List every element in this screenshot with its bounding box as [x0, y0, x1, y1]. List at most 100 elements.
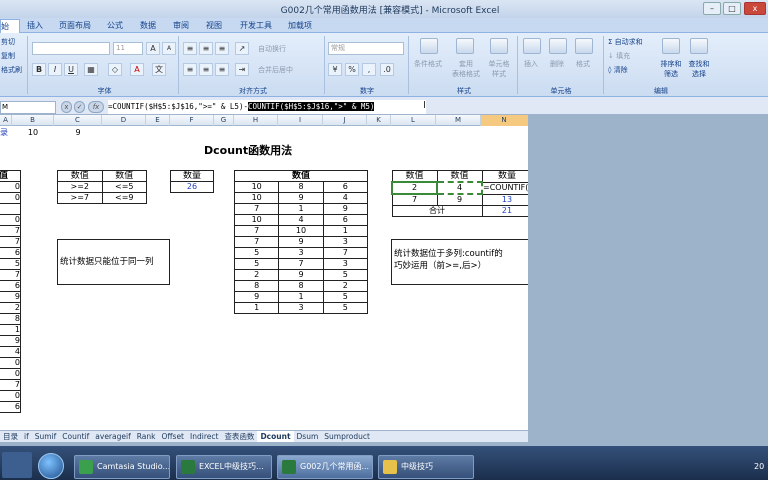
sort-filter-button[interactable]: 排序和 筛选 — [656, 59, 686, 79]
data-cell[interactable]: 1 — [233, 302, 280, 314]
total-value[interactable]: 21 — [481, 205, 528, 217]
column-header[interactable]: G — [214, 115, 234, 126]
table-format-button[interactable]: 套用 表格格式 — [448, 59, 484, 79]
format-cells-icon[interactable] — [575, 38, 593, 54]
result-cell-editing[interactable]: =COUNTIF( — [481, 181, 528, 195]
name-box[interactable]: M — [0, 101, 56, 114]
criteria-cell[interactable]: <=5 — [101, 181, 147, 193]
col-a-cell[interactable]: 0 — [0, 214, 21, 226]
sheet-tab[interactable]: Rank — [134, 431, 159, 442]
column-header[interactable]: J — [323, 115, 367, 126]
data-cell[interactable]: 8 — [278, 181, 324, 193]
increase-decimal-icon[interactable]: .0 — [380, 63, 394, 76]
tab-view[interactable]: 视图 — [206, 19, 222, 33]
border-icon[interactable]: ▦ — [84, 63, 98, 76]
col-a-header[interactable]: 值 — [0, 170, 21, 182]
note-single-column[interactable]: 统计数据只能位于同一列 — [57, 239, 170, 285]
data-cell[interactable]: 7 — [233, 236, 280, 248]
indent-icon[interactable]: ⇥ — [235, 63, 249, 76]
sheet-tab[interactable]: 目录 — [0, 431, 21, 442]
autosum-button[interactable]: Σ 自动求和 — [608, 37, 643, 47]
currency-icon[interactable]: ¥ — [328, 63, 342, 76]
data-cell[interactable]: 1 — [322, 225, 369, 237]
data-cell[interactable]: 8 — [233, 280, 280, 292]
find-select-button[interactable]: 查找和 选择 — [684, 59, 714, 79]
sheet-tab[interactable]: 查表函数 — [221, 431, 257, 442]
tab-formulas[interactable]: 公式 — [107, 19, 123, 33]
column-header[interactable]: A — [0, 115, 12, 126]
data-cell[interactable]: 5 — [322, 269, 369, 281]
result-cell[interactable]: 9 — [436, 193, 483, 206]
data-cell[interactable]: 10 — [233, 181, 280, 193]
count-value[interactable]: 26 — [170, 181, 214, 193]
cell-b1[interactable]: 10 — [12, 127, 54, 138]
enter-icon[interactable]: ✓ — [74, 101, 85, 113]
sheet-tab[interactable]: Indirect — [187, 431, 221, 442]
col-a-cell[interactable]: 9 — [0, 291, 21, 303]
column-header[interactable]: L — [391, 115, 436, 126]
worksheet-grid[interactable]: A B C D E F G H I J K L M N 录 10 9 Dcoun… — [0, 115, 528, 430]
sheet-tab[interactable]: Sumif — [32, 431, 60, 442]
data-cell[interactable]: 1 — [278, 291, 324, 303]
col-a-cell[interactable]: 6 — [0, 247, 21, 259]
delete-cells-icon[interactable] — [549, 38, 567, 54]
tab-data[interactable]: 数据 — [140, 19, 156, 33]
font-name-combo[interactable] — [32, 42, 110, 55]
data-cell[interactable]: 7 — [322, 247, 369, 259]
data-cell[interactable]: 1 — [278, 203, 324, 215]
data-cell[interactable]: 2 — [233, 269, 280, 281]
column-header[interactable]: I — [278, 115, 323, 126]
data-cell[interactable]: 9 — [233, 291, 280, 303]
data-cell[interactable]: 4 — [278, 214, 324, 226]
col-a-cell[interactable]: 0 — [0, 181, 21, 193]
sheet-tab[interactable]: if — [21, 431, 32, 442]
cell-a1[interactable]: 录 — [0, 127, 12, 138]
table-format-icon[interactable] — [456, 38, 474, 54]
result-cell[interactable]: 4 — [436, 181, 483, 195]
find-select-icon[interactable] — [690, 38, 708, 54]
cut-button[interactable]: 剪切 — [1, 37, 15, 47]
total-label[interactable]: 合计 — [391, 205, 483, 217]
tab-review[interactable]: 审阅 — [173, 19, 189, 33]
underline-button[interactable]: U — [64, 63, 78, 76]
data-cell[interactable]: 5 — [233, 247, 280, 259]
percent-icon[interactable]: % — [345, 63, 359, 76]
sheet-tab[interactable]: Dcount — [257, 431, 294, 442]
close-button[interactable]: x — [744, 2, 766, 15]
column-header[interactable]: F — [170, 115, 214, 126]
tab-page-layout[interactable]: 页面布局 — [59, 19, 91, 33]
merge-center-button[interactable]: 合并后居中 — [258, 65, 293, 75]
sheet-tab[interactable]: Countif — [59, 431, 92, 442]
data-cell[interactable]: 7 — [233, 225, 280, 237]
number-format-combo[interactable]: 常规 — [328, 42, 404, 55]
font-size-combo[interactable]: 11 — [113, 42, 143, 55]
col-a-cell[interactable]: 8 — [0, 313, 21, 325]
column-header[interactable]: H — [234, 115, 278, 126]
insert-function-icon[interactable]: fx — [88, 101, 104, 113]
taskbar-item-excel-tips[interactable]: EXCEL中级技巧... — [176, 455, 272, 479]
align-top-icon[interactable]: ≡ — [183, 42, 197, 55]
criteria-cell[interactable]: <=9 — [101, 192, 147, 204]
taskbar-item-camtasia[interactable]: Camtasia Studio... — [74, 455, 170, 479]
result-header[interactable]: 数值 — [436, 170, 483, 183]
criteria-header[interactable]: 数值 — [101, 170, 147, 182]
column-header[interactable]: M — [436, 115, 481, 126]
show-desktop-icon[interactable] — [2, 452, 32, 478]
criteria-header[interactable]: 数值 — [57, 170, 103, 182]
format-painter-button[interactable]: 格式刷 — [1, 65, 22, 75]
data-cell[interactable]: 8 — [278, 280, 324, 292]
fill-color-icon[interactable]: ◇ — [108, 63, 122, 76]
data-cell[interactable]: 10 — [278, 225, 324, 237]
data-cell[interactable]: 3 — [322, 258, 369, 270]
taskbar-item-folder[interactable]: 中级技巧 — [378, 455, 474, 479]
data-cell[interactable]: 6 — [322, 214, 369, 226]
data-cell[interactable]: 9 — [278, 236, 324, 248]
tab-addins[interactable]: 加载项 — [288, 19, 312, 33]
data-header[interactable]: 数值 — [234, 170, 368, 182]
conditional-format-icon[interactable] — [420, 38, 438, 54]
tab-insert[interactable]: 插入 — [27, 19, 43, 33]
col-a-cell[interactable]: 1 — [0, 324, 21, 336]
result-header[interactable]: 数量 — [481, 170, 528, 183]
col-a-cell[interactable]: 0 — [0, 390, 21, 402]
data-cell[interactable]: 10 — [233, 192, 280, 204]
